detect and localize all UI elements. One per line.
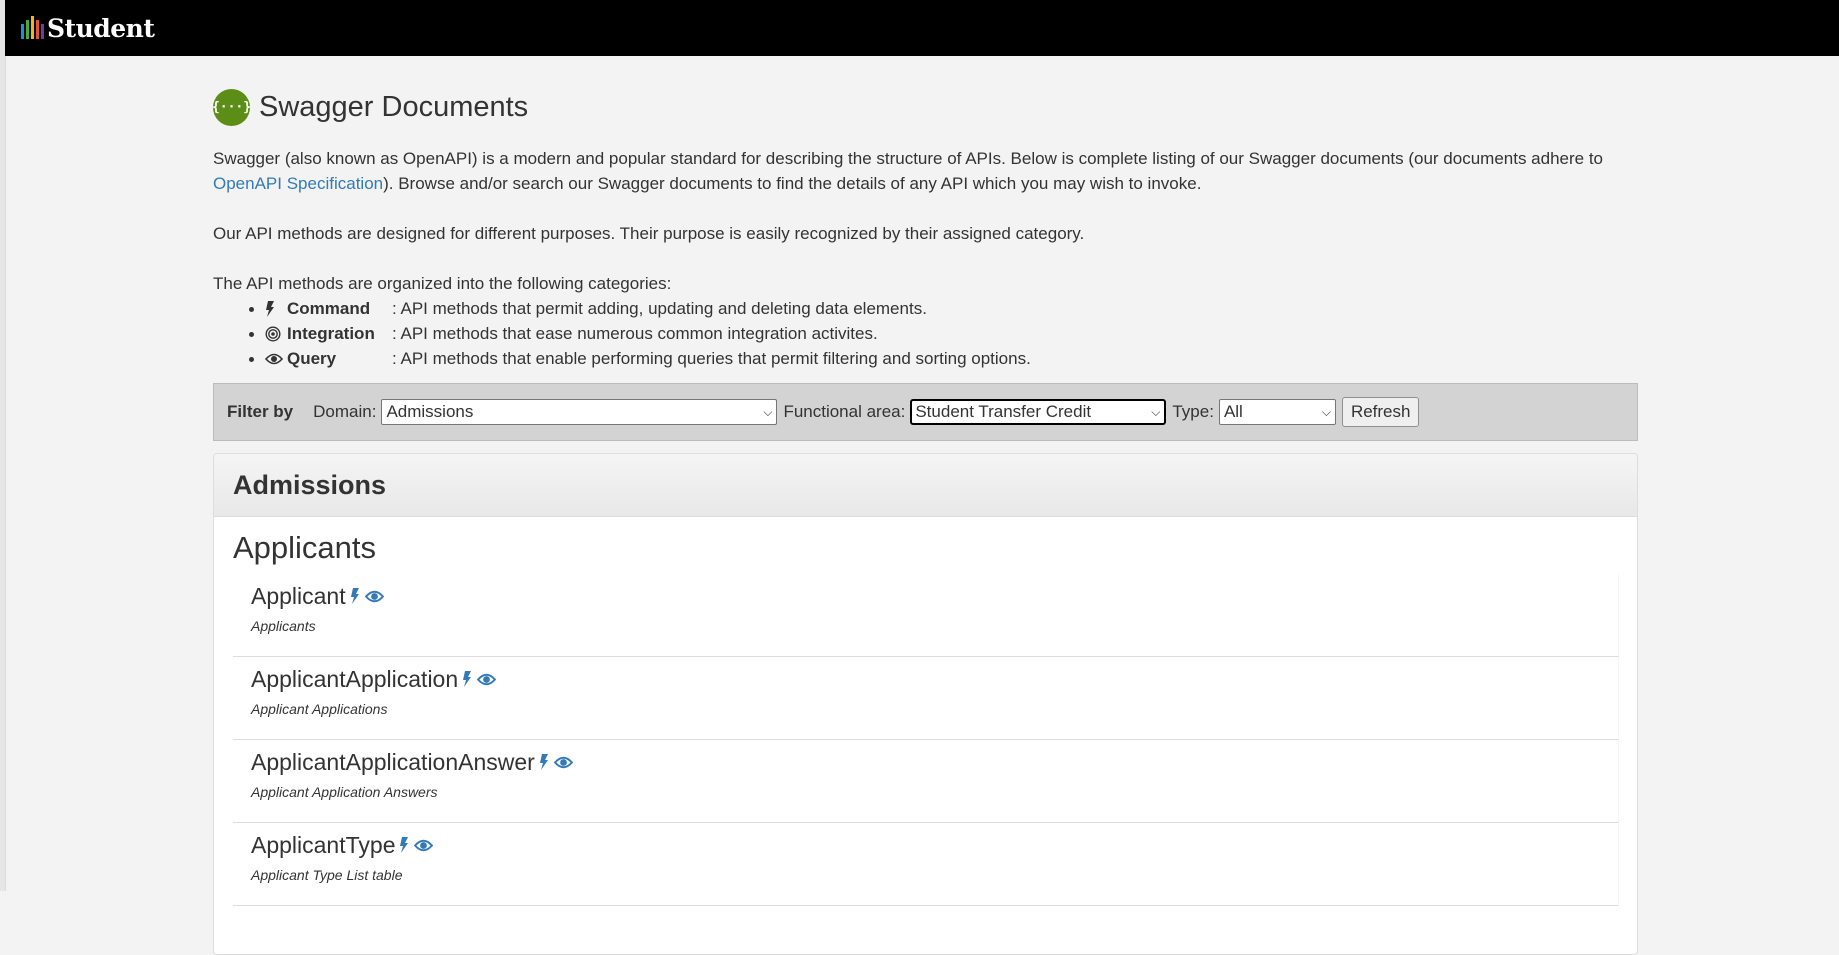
intro-text-1: Swagger (also known as OpenAPI) is a mod… bbox=[213, 149, 1604, 168]
api-description: Applicant Type List table bbox=[251, 867, 403, 883]
eye-icon bbox=[364, 590, 384, 602]
domain-label: Domain: bbox=[313, 402, 377, 421]
functional-area-label: Functional area: bbox=[783, 402, 906, 421]
api-name[interactable]: ApplicantApplication bbox=[251, 666, 458, 693]
domain-select-value: Admissions bbox=[386, 402, 474, 421]
api-list-item[interactable]: ApplicantApplication Applicant Applicati… bbox=[233, 657, 1619, 740]
swagger-braces-icon: {···} bbox=[212, 88, 251, 126]
categories-intro: The API methods are organized into the f… bbox=[213, 274, 672, 293]
api-category-icons bbox=[462, 670, 497, 688]
openapi-spec-link[interactable]: OpenAPI Specification bbox=[213, 174, 383, 193]
bolt-icon bbox=[463, 671, 472, 687]
functional-area-select-value: Student Transfer Credit bbox=[915, 402, 1092, 421]
api-name[interactable]: Applicant bbox=[251, 583, 346, 610]
domain-heading: Admissions bbox=[233, 469, 387, 500]
api-category-icons bbox=[399, 836, 434, 854]
intro-paragraph: Swagger (also known as OpenAPI) is a mod… bbox=[213, 146, 1638, 196]
window-left-edge bbox=[0, 0, 6, 891]
api-description: Applicant Applications bbox=[251, 701, 388, 717]
api-category-icons bbox=[539, 753, 573, 771]
refresh-button[interactable]: Refresh bbox=[1341, 397, 1420, 427]
category-item-command: Command : API methods that permit adding… bbox=[249, 296, 1638, 321]
type-select[interactable]: All ⌵ bbox=[1218, 399, 1336, 425]
panel-heading: Admissions bbox=[214, 454, 1637, 517]
page-title: Swagger Documents bbox=[259, 90, 529, 123]
category-name: Query bbox=[287, 349, 337, 368]
bolt-icon bbox=[265, 300, 287, 317]
category-item-integration: Integration : API methods that ease nume… bbox=[249, 321, 1638, 346]
category-item-query: Query : API methods that enable performi… bbox=[249, 346, 1638, 371]
domain-select[interactable]: Admissions ⌵ bbox=[381, 399, 778, 425]
eye-icon bbox=[414, 839, 434, 851]
target-icon bbox=[265, 325, 287, 342]
category-description: : API methods that ease numerous common … bbox=[392, 324, 878, 343]
api-list-item[interactable]: ApplicantType Applicant Type List table bbox=[233, 823, 1619, 906]
category-list: Command : API methods that permit adding… bbox=[213, 296, 1638, 371]
app-name: Student bbox=[47, 13, 155, 43]
type-select-value: All bbox=[1223, 402, 1243, 421]
category-description: : API methods that permit adding, updati… bbox=[392, 299, 927, 318]
chevron-down-icon: ⌵ bbox=[763, 404, 773, 419]
intro-text-2: ). Browse and/or search our Swagger docu… bbox=[383, 174, 1202, 193]
api-description: Applicants bbox=[251, 618, 316, 634]
api-name-row: Applicant bbox=[251, 574, 1618, 612]
eye-icon bbox=[477, 673, 497, 685]
api-name-row: ApplicantApplicationAnswer bbox=[251, 740, 1618, 778]
page-title-row: {···} Swagger Documents bbox=[212, 82, 1638, 132]
domain-panel: Admissions Applicants Applicant Applican… bbox=[213, 453, 1638, 955]
type-label: Type: bbox=[1172, 402, 1214, 421]
api-list-item[interactable]: ApplicantApplicationAnswer Applicant App… bbox=[233, 740, 1619, 823]
api-name-row: ApplicantApplication bbox=[251, 657, 1618, 695]
group-title: Applicants bbox=[233, 530, 377, 565]
eye-icon bbox=[553, 756, 573, 768]
bolt-icon bbox=[539, 754, 548, 770]
logo-bars-icon bbox=[21, 15, 44, 39]
api-name-row: ApplicantType bbox=[251, 823, 1618, 861]
category-name: Integration bbox=[287, 324, 375, 343]
api-list-item[interactable]: Applicant Applicants bbox=[233, 574, 1619, 657]
top-navbar: Student bbox=[5, 0, 1839, 56]
api-description: Applicant Application Answers bbox=[251, 784, 438, 800]
functional-area-select[interactable]: Student Transfer Credit ⌵ bbox=[910, 399, 1167, 425]
category-name: Command bbox=[287, 299, 371, 318]
filter-bar: Filter by Domain: Admissions ⌵ Functiona… bbox=[213, 383, 1638, 441]
purpose-paragraph: Our API methods are designed for differe… bbox=[213, 224, 1085, 243]
bolt-icon bbox=[350, 588, 359, 604]
api-list: Applicant Applicants ApplicantApplicatio… bbox=[233, 574, 1619, 906]
app-logo[interactable]: Student bbox=[21, 0, 155, 56]
api-category-icons bbox=[350, 587, 384, 605]
main-content: {···} Swagger Documents Swagger (also kn… bbox=[212, 56, 1638, 955]
filter-by-label: Filter by bbox=[227, 402, 294, 421]
eye-icon bbox=[265, 353, 287, 365]
chevron-down-icon: ⌵ bbox=[1321, 404, 1331, 419]
bolt-icon bbox=[400, 837, 409, 853]
category-description: : API methods that enable performing que… bbox=[392, 349, 1031, 368]
api-name[interactable]: ApplicantApplicationAnswer bbox=[251, 749, 535, 776]
chevron-down-icon: ⌵ bbox=[1151, 404, 1161, 419]
api-name[interactable]: ApplicantType bbox=[251, 832, 395, 859]
